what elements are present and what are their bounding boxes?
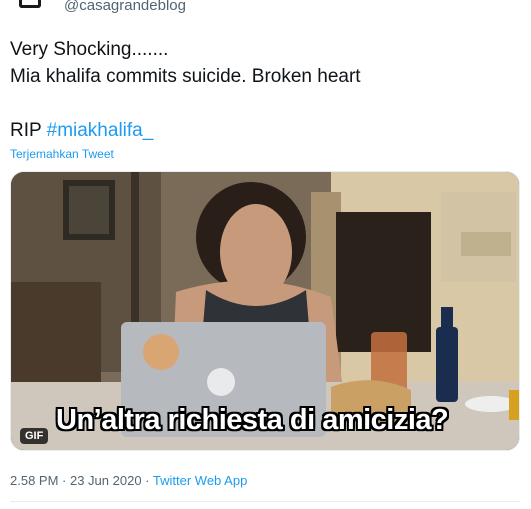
divider: [10, 501, 520, 502]
tweet-meta: 2.58 PM · 23 Jun 2020 · Twitter Web App: [10, 473, 247, 488]
gif-media[interactable]: GIF Un’altra richiesta di amicizia?: [10, 171, 520, 451]
tweet-body: Very Shocking....... Mia khalifa commits…: [10, 36, 520, 144]
meta-separator: ·: [141, 473, 153, 488]
gif-badge: GIF: [20, 428, 49, 444]
meta-separator: ·: [58, 473, 70, 488]
tweet-line-2: Mia khalifa commits suicide. Broken hear…: [10, 66, 361, 87]
tweet-header: @casagrandeblog: [10, 0, 186, 16]
tweet-line-rip: RIP #miakhalifa_: [10, 117, 520, 144]
gif-caption: Un’altra richiesta di amicizia?: [56, 404, 449, 436]
translate-tweet-link[interactable]: Terjemahkan Tweet: [10, 147, 114, 161]
tweet-line-1: Very Shocking.......: [10, 39, 169, 60]
avatar[interactable]: [10, 0, 50, 16]
tweet-source-link[interactable]: Twitter Web App: [153, 473, 247, 488]
tweet-date[interactable]: 23 Jun 2020: [70, 473, 142, 488]
author-handle[interactable]: @casagrandeblog: [64, 0, 186, 14]
hashtag-link[interactable]: #miakhalifa_: [47, 120, 154, 141]
rip-text: RIP: [10, 120, 42, 141]
tweet-time[interactable]: 2.58 PM: [10, 473, 58, 488]
blog-logo-icon: [19, 0, 41, 8]
